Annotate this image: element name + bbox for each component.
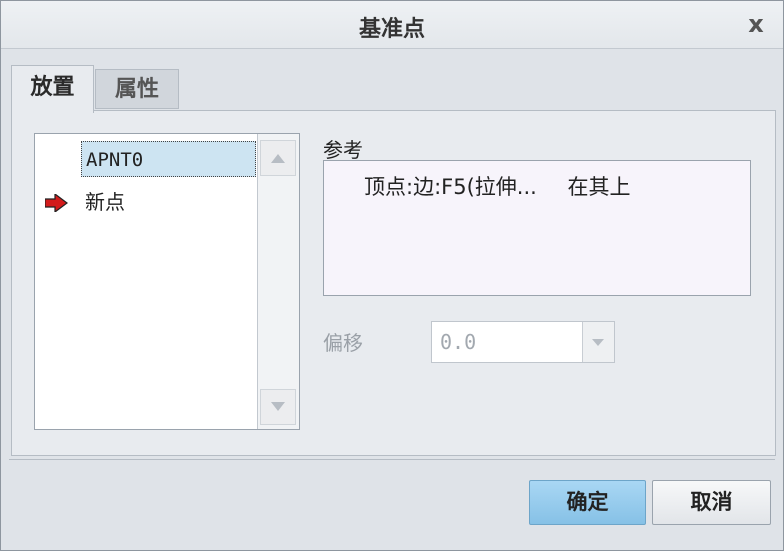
reference-row[interactable]: 顶点:边:F5(拉伸... 在其上 (364, 171, 655, 201)
scroll-down-button[interactable] (260, 389, 296, 425)
reference-constraint[interactable]: 在其上 (568, 175, 631, 199)
tab-placement[interactable]: 放置 (11, 65, 94, 113)
cancel-button[interactable]: 取消 (652, 480, 771, 525)
offset-label: 偏移 (323, 331, 363, 355)
triangle-down-icon (271, 402, 285, 411)
offset-combo[interactable]: 0.0 (431, 321, 615, 363)
reference-label: 参考 (323, 138, 363, 162)
chevron-down-icon (592, 339, 604, 346)
datum-point-dialog: 基准点 x 放置 属性 APNT0 新点 参考 顶点:边:F5(拉伸... 在其… (0, 0, 784, 551)
list-scrollbar[interactable] (257, 134, 299, 429)
ok-button[interactable]: 确定 (529, 480, 646, 525)
scroll-up-button[interactable] (260, 140, 296, 176)
reference-entity: 顶点:边:F5(拉伸... (364, 175, 537, 199)
tab-properties[interactable]: 属性 (95, 69, 179, 109)
close-button[interactable]: x (743, 10, 769, 38)
reference-collector[interactable]: 顶点:边:F5(拉伸... 在其上 (323, 160, 751, 296)
points-list[interactable]: APNT0 新点 (34, 133, 300, 430)
red-arrow-icon (45, 194, 68, 212)
offset-value: 0.0 (440, 330, 477, 354)
offset-dropdown-button[interactable] (582, 322, 614, 362)
title-bar[interactable]: 基准点 x (1, 1, 783, 49)
list-item-apnt0[interactable]: APNT0 (81, 141, 256, 177)
triangle-up-icon (271, 154, 285, 163)
list-item-new-point[interactable]: 新点 (81, 184, 256, 220)
dialog-title: 基准点 (358, 17, 425, 42)
footer-divider (9, 459, 775, 460)
